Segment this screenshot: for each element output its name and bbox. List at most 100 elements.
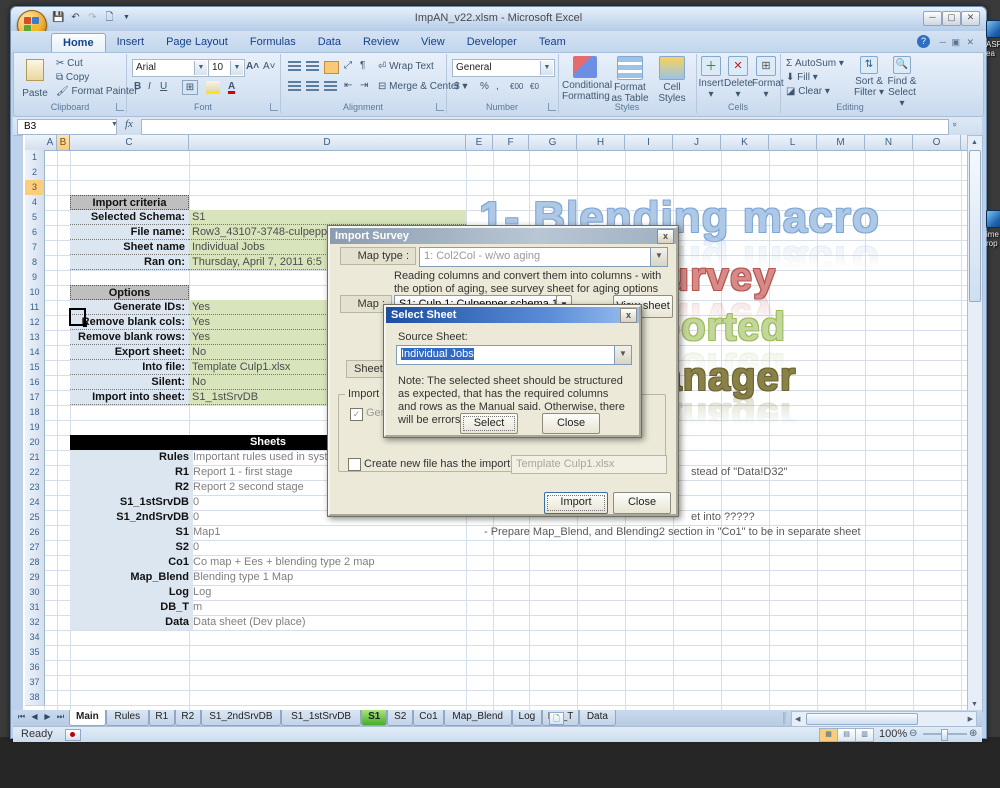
scroll-down-icon[interactable]: ▼ (971, 701, 978, 708)
format-as-table-button[interactable]: Format as Table (608, 56, 652, 104)
row-header-20[interactable]: 20 (25, 435, 45, 451)
ribbon-tab-team[interactable]: Team (528, 33, 577, 52)
fill-color-icon[interactable] (206, 81, 220, 94)
row-header-13[interactable]: 13 (25, 330, 45, 346)
sheet-tab-s1[interactable]: S1 (361, 710, 387, 726)
column-header-l[interactable]: L (769, 135, 817, 151)
row-header-36[interactable]: 36 (25, 660, 45, 676)
row-header-19[interactable]: 19 (25, 420, 45, 436)
map-type-combo[interactable]: 1: Col2Col - w/wo aging▼ (419, 247, 668, 267)
number-format-arrow-icon[interactable]: ▼ (540, 61, 553, 75)
undo-icon[interactable]: ↶ (68, 11, 83, 25)
font-name-arrow-icon[interactable]: ▼ (194, 61, 207, 75)
alignment-dialog-launcher[interactable] (436, 103, 444, 111)
minimize-button[interactable]: ─ (923, 11, 942, 26)
insert-cells-button[interactable]: ＋ Insert ▾ (698, 56, 724, 100)
close-button[interactable]: ✕ (961, 11, 980, 26)
scroll-left-icon[interactable]: ◀ (795, 715, 800, 723)
comma-format-icon[interactable]: , (496, 80, 499, 93)
sheet-tab-r1[interactable]: R1 (149, 710, 175, 726)
name-box-arrow-icon[interactable]: ▼ (111, 121, 118, 128)
import-survey-close-icon[interactable]: x (657, 229, 674, 244)
row-header-5[interactable]: 5 (25, 210, 45, 226)
cell-styles-button[interactable]: Cell Styles (652, 56, 692, 104)
row-header-24[interactable]: 24 (25, 495, 45, 511)
import-button[interactable]: Import (544, 492, 608, 514)
row-header-32[interactable]: 32 (25, 615, 45, 631)
clipboard-dialog-launcher[interactable] (116, 103, 124, 111)
row-header-26[interactable]: 26 (25, 525, 45, 541)
row-header-17[interactable]: 17 (25, 390, 45, 406)
sheet-tab-r2[interactable]: R2 (175, 710, 201, 726)
row-header-23[interactable]: 23 (25, 480, 45, 496)
row-header-14[interactable]: 14 (25, 345, 45, 361)
ribbon-tab-home[interactable]: Home (51, 33, 106, 53)
workbook-close-icon[interactable]: ✕ (966, 37, 974, 48)
formula-input[interactable] (141, 119, 949, 135)
fx-icon[interactable]: fx (125, 118, 133, 130)
row-header-30[interactable]: 30 (25, 585, 45, 601)
row-header-21[interactable]: 21 (25, 450, 45, 466)
orientation-icon[interactable]: ⤢ (344, 59, 352, 72)
normal-view-button[interactable]: ▦ (819, 728, 838, 742)
vertical-scrollbar[interactable]: ▲ ▼ (967, 135, 983, 712)
ribbon-tab-insert[interactable]: Insert (106, 33, 156, 52)
row-header-31[interactable]: 31 (25, 600, 45, 616)
font-name-combo[interactable]: Arial▼ (132, 59, 209, 77)
select-sheet-close-button[interactable]: Close (542, 413, 600, 434)
row-header-37[interactable]: 37 (25, 675, 45, 691)
column-header-o[interactable]: O (913, 135, 961, 151)
row-header-28[interactable]: 28 (25, 555, 45, 571)
sheet-tab-rules[interactable]: Rules (106, 710, 149, 726)
ribbon-tab-review[interactable]: Review (352, 33, 410, 52)
next-sheet-icon[interactable]: ▶ (41, 710, 54, 723)
row-header-1[interactable]: 1 (25, 150, 45, 166)
page-layout-view-button[interactable]: ▤ (837, 728, 856, 742)
zoom-level[interactable]: 100% (879, 728, 907, 740)
print-preview-icon[interactable]: 🗋 (102, 11, 117, 25)
row-header-22[interactable]: 22 (25, 465, 45, 481)
expand-formula-bar-icon[interactable]: » (951, 122, 960, 126)
wrap-text-button[interactable]: ⏎ Wrap Text (378, 60, 434, 73)
column-header-i[interactable]: I (625, 135, 673, 151)
sort-filter-button[interactable]: ⇅ Sort & Filter ▾ (852, 56, 886, 98)
desktop-shortcut-icon[interactable] (986, 210, 1000, 228)
copy-button[interactable]: ⧉ Copy (56, 71, 89, 84)
ribbon-tab-page-layout[interactable]: Page Layout (155, 33, 239, 52)
source-sheet-combo[interactable]: Individual Jobs ▼ (396, 345, 632, 365)
maximize-button[interactable]: ▢ (942, 11, 961, 26)
row-header-29[interactable]: 29 (25, 570, 45, 586)
page-break-view-button[interactable]: ▥ (855, 728, 874, 742)
increase-decimal-icon[interactable]: €00 (510, 80, 523, 93)
map-type-combo-arrow-icon[interactable]: ▼ (650, 248, 667, 266)
column-header-d[interactable]: D (189, 135, 466, 151)
workbook-restore-icon[interactable]: ▣ (951, 37, 960, 48)
sheet-tab-s1_1stsrvdb[interactable]: S1_1stSrvDB (281, 710, 361, 726)
row-header-8[interactable]: 8 (25, 255, 45, 271)
select-button[interactable]: Select (460, 413, 518, 434)
shrink-font-icon[interactable]: A˅ (263, 60, 276, 73)
row-header-15[interactable]: 15 (25, 360, 45, 376)
row-header-11[interactable]: 11 (25, 300, 45, 316)
paste-button[interactable]: Paste (20, 57, 50, 97)
bold-icon[interactable]: B (134, 80, 141, 93)
ribbon-tab-data[interactable]: Data (307, 33, 352, 52)
row-header-3[interactable]: 3 (25, 180, 45, 196)
percent-format-icon[interactable]: % (480, 80, 489, 93)
horizontal-scroll-thumb[interactable] (806, 713, 918, 725)
sheet-tab-data[interactable]: Data (579, 710, 616, 726)
row-header-38[interactable]: 38 (25, 690, 45, 706)
select-all-corner[interactable] (25, 135, 45, 151)
number-format-combo[interactable]: General▼ (452, 59, 555, 77)
horizontal-scrollbar[interactable]: ◀ ▶ (791, 711, 977, 727)
create-new-file-textbox[interactable]: Template Culp1.xlsx (511, 455, 667, 474)
prev-sheet-icon[interactable]: ◀ (28, 710, 41, 723)
desktop-shortcut-icon[interactable] (986, 20, 1000, 38)
sheet-tab-s1_2ndsrvdb[interactable]: S1_2ndSrvDB (201, 710, 281, 726)
format-cells-button[interactable]: ⊞ Format ▾ (752, 56, 780, 100)
column-header-b[interactable]: B (57, 135, 70, 151)
column-header-m[interactable]: M (817, 135, 865, 151)
italic-icon[interactable]: I (148, 80, 151, 93)
text-direction-icon[interactable]: ¶ (360, 59, 365, 72)
conditional-formatting-button[interactable]: Conditional Formatting (562, 56, 608, 102)
